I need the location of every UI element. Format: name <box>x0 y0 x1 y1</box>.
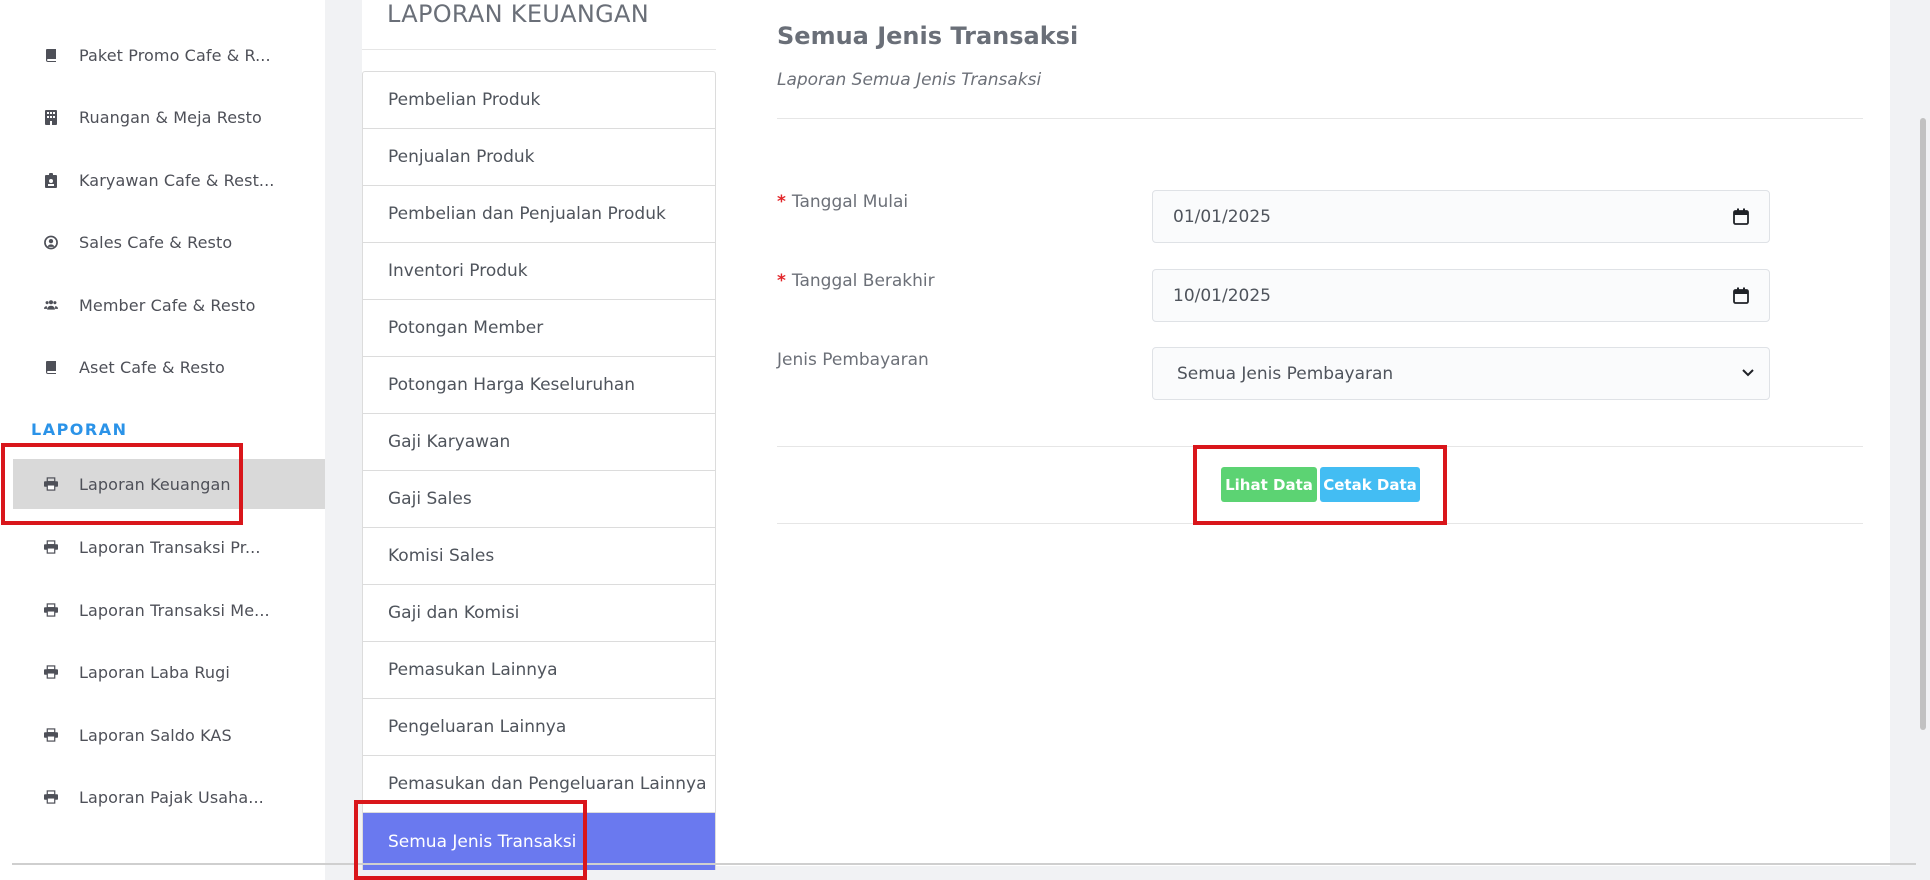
page-title: Semua Jenis Transaksi <box>777 22 1079 50</box>
menu-item-potongan-harga[interactable]: Potongan Harga Keseluruhan <box>363 357 715 414</box>
sidebar-item-label: Sales Cafe & Resto <box>79 232 233 252</box>
menu-item-pembelian-produk[interactable]: Pembelian Produk <box>363 72 715 129</box>
sidebar-item-label: Laporan Laba Rugi <box>79 662 230 682</box>
view-data-button[interactable]: Lihat Data <box>1221 467 1317 502</box>
sidebar-item-paket-promo[interactable]: Paket Promo Cafe & R... <box>0 30 325 80</box>
calendar-icon[interactable] <box>1733 287 1749 304</box>
sidebar-item-aset[interactable]: Aset Cafe & Resto <box>0 342 325 392</box>
menu-item-pembelian-penjualan-produk[interactable]: Pembelian dan Penjualan Produk <box>363 186 715 243</box>
building-icon <box>44 109 58 125</box>
start-date-label-text: Tanggal Mulai <box>791 192 909 212</box>
sidebar-item-karyawan[interactable]: Karyawan Cafe & Rest... <box>0 155 325 205</box>
id-badge-icon <box>44 172 58 188</box>
payment-type-label: Jenis Pembayaran <box>777 350 929 370</box>
menu-item-semua-jenis-transaksi[interactable]: Semua Jenis Transaksi <box>363 813 715 870</box>
main-content: Semua Jenis Transaksi Laporan Semua Jeni… <box>716 0 1890 866</box>
sidebar-section-laporan: LAPORAN <box>31 420 128 439</box>
sidebar-item-laporan-transaksi-produk[interactable]: Laporan Transaksi Pr... <box>0 522 325 572</box>
sidebar: Paket Promo Cafe & R... Ruangan & Meja R… <box>0 0 325 880</box>
divider <box>777 446 1863 447</box>
chevron-down-icon <box>1742 369 1754 377</box>
report-menu-list: Pembelian Produk Penjualan Produk Pembel… <box>362 71 716 870</box>
end-date-value: 10/01/2025 <box>1173 285 1271 306</box>
sidebar-item-label: Karyawan Cafe & Rest... <box>79 170 275 190</box>
sidebar-item-laporan-keuangan[interactable]: Laporan Keuangan <box>13 459 325 509</box>
printer-icon <box>44 540 58 554</box>
sidebar-item-label: Laporan Transaksi Pr... <box>79 537 261 557</box>
required-mark: * <box>777 192 786 212</box>
printer-icon <box>44 603 58 617</box>
page-subtitle: Laporan Semua Jenis Transaksi <box>777 70 1042 90</box>
print-data-button[interactable]: Cetak Data <box>1320 467 1420 502</box>
printer-icon <box>44 790 58 804</box>
printer-icon <box>44 477 58 491</box>
sidebar-item-label: Laporan Keuangan <box>79 474 231 494</box>
printer-icon <box>44 665 58 679</box>
sidebar-item-laporan-saldo-kas[interactable]: Laporan Saldo KAS <box>0 710 325 760</box>
menu-item-penjualan-produk[interactable]: Penjualan Produk <box>363 129 715 186</box>
sidebar-item-sales[interactable]: Sales Cafe & Resto <box>0 217 325 267</box>
scrollbar[interactable] <box>1916 0 1930 866</box>
user-circle-icon <box>44 235 58 249</box>
start-date-input[interactable]: 01/01/2025 <box>1152 190 1770 243</box>
sidebar-item-label: Laporan Saldo KAS <box>79 725 232 745</box>
payment-type-value: Semua Jenis Pembayaran <box>1177 363 1394 384</box>
users-icon <box>44 298 58 312</box>
printer-icon <box>44 728 58 742</box>
menu-item-gaji-komisi[interactable]: Gaji dan Komisi <box>363 585 715 642</box>
end-date-label-text: Tanggal Berakhir <box>791 271 935 291</box>
menu-item-potongan-member[interactable]: Potongan Member <box>363 300 715 357</box>
sidebar-item-ruangan-meja[interactable]: Ruangan & Meja Resto <box>0 92 325 142</box>
book-icon <box>44 48 58 62</box>
book-icon <box>44 360 58 374</box>
end-date-input[interactable]: 10/01/2025 <box>1152 269 1770 322</box>
sidebar-item-label: Paket Promo Cafe & R... <box>79 45 271 65</box>
menu-item-pengeluaran-lainnya[interactable]: Pengeluaran Lainnya <box>363 699 715 756</box>
payment-type-select[interactable]: Semua Jenis Pembayaran <box>1152 347 1770 400</box>
menu-item-pemasukan-lainnya[interactable]: Pemasukan Lainnya <box>363 642 715 699</box>
menu-item-gaji-sales[interactable]: Gaji Sales <box>363 471 715 528</box>
start-date-value: 01/01/2025 <box>1173 206 1271 227</box>
start-date-label: * Tanggal Mulai <box>777 192 908 212</box>
bottom-border <box>12 863 1916 865</box>
sidebar-item-label: Aset Cafe & Resto <box>79 357 225 377</box>
menu-item-inventori-produk[interactable]: Inventori Produk <box>363 243 715 300</box>
sidebar-item-member[interactable]: Member Cafe & Resto <box>0 280 325 330</box>
sidebar-item-label: Laporan Pajak Usaha... <box>79 787 264 807</box>
required-mark: * <box>777 271 786 291</box>
end-date-label: * Tanggal Berakhir <box>777 271 935 291</box>
sidebar-item-laporan-laba-rugi[interactable]: Laporan Laba Rugi <box>0 647 325 697</box>
report-menu-title: LAPORAN KEUANGAN <box>387 0 650 28</box>
report-menu-panel: LAPORAN KEUANGAN Pembelian Produk Penjua… <box>362 0 716 870</box>
scrollbar-thumb[interactable] <box>1920 118 1926 730</box>
sidebar-item-label: Ruangan & Meja Resto <box>79 107 262 127</box>
sidebar-item-label: Member Cafe & Resto <box>79 295 256 315</box>
menu-item-pemasukan-pengeluaran-lainnya[interactable]: Pemasukan dan Pengeluaran Lainnya <box>363 756 715 813</box>
menu-item-komisi-sales[interactable]: Komisi Sales <box>363 528 715 585</box>
sidebar-item-laporan-transaksi-member[interactable]: Laporan Transaksi Me... <box>0 585 325 635</box>
sidebar-item-laporan-pajak-usaha[interactable]: Laporan Pajak Usaha... <box>0 772 325 822</box>
sidebar-item-label: Laporan Transaksi Me... <box>79 600 270 620</box>
calendar-icon[interactable] <box>1733 208 1749 225</box>
divider <box>777 523 1863 524</box>
menu-item-gaji-karyawan[interactable]: Gaji Karyawan <box>363 414 715 471</box>
divider <box>777 118 1863 119</box>
divider <box>362 49 716 50</box>
